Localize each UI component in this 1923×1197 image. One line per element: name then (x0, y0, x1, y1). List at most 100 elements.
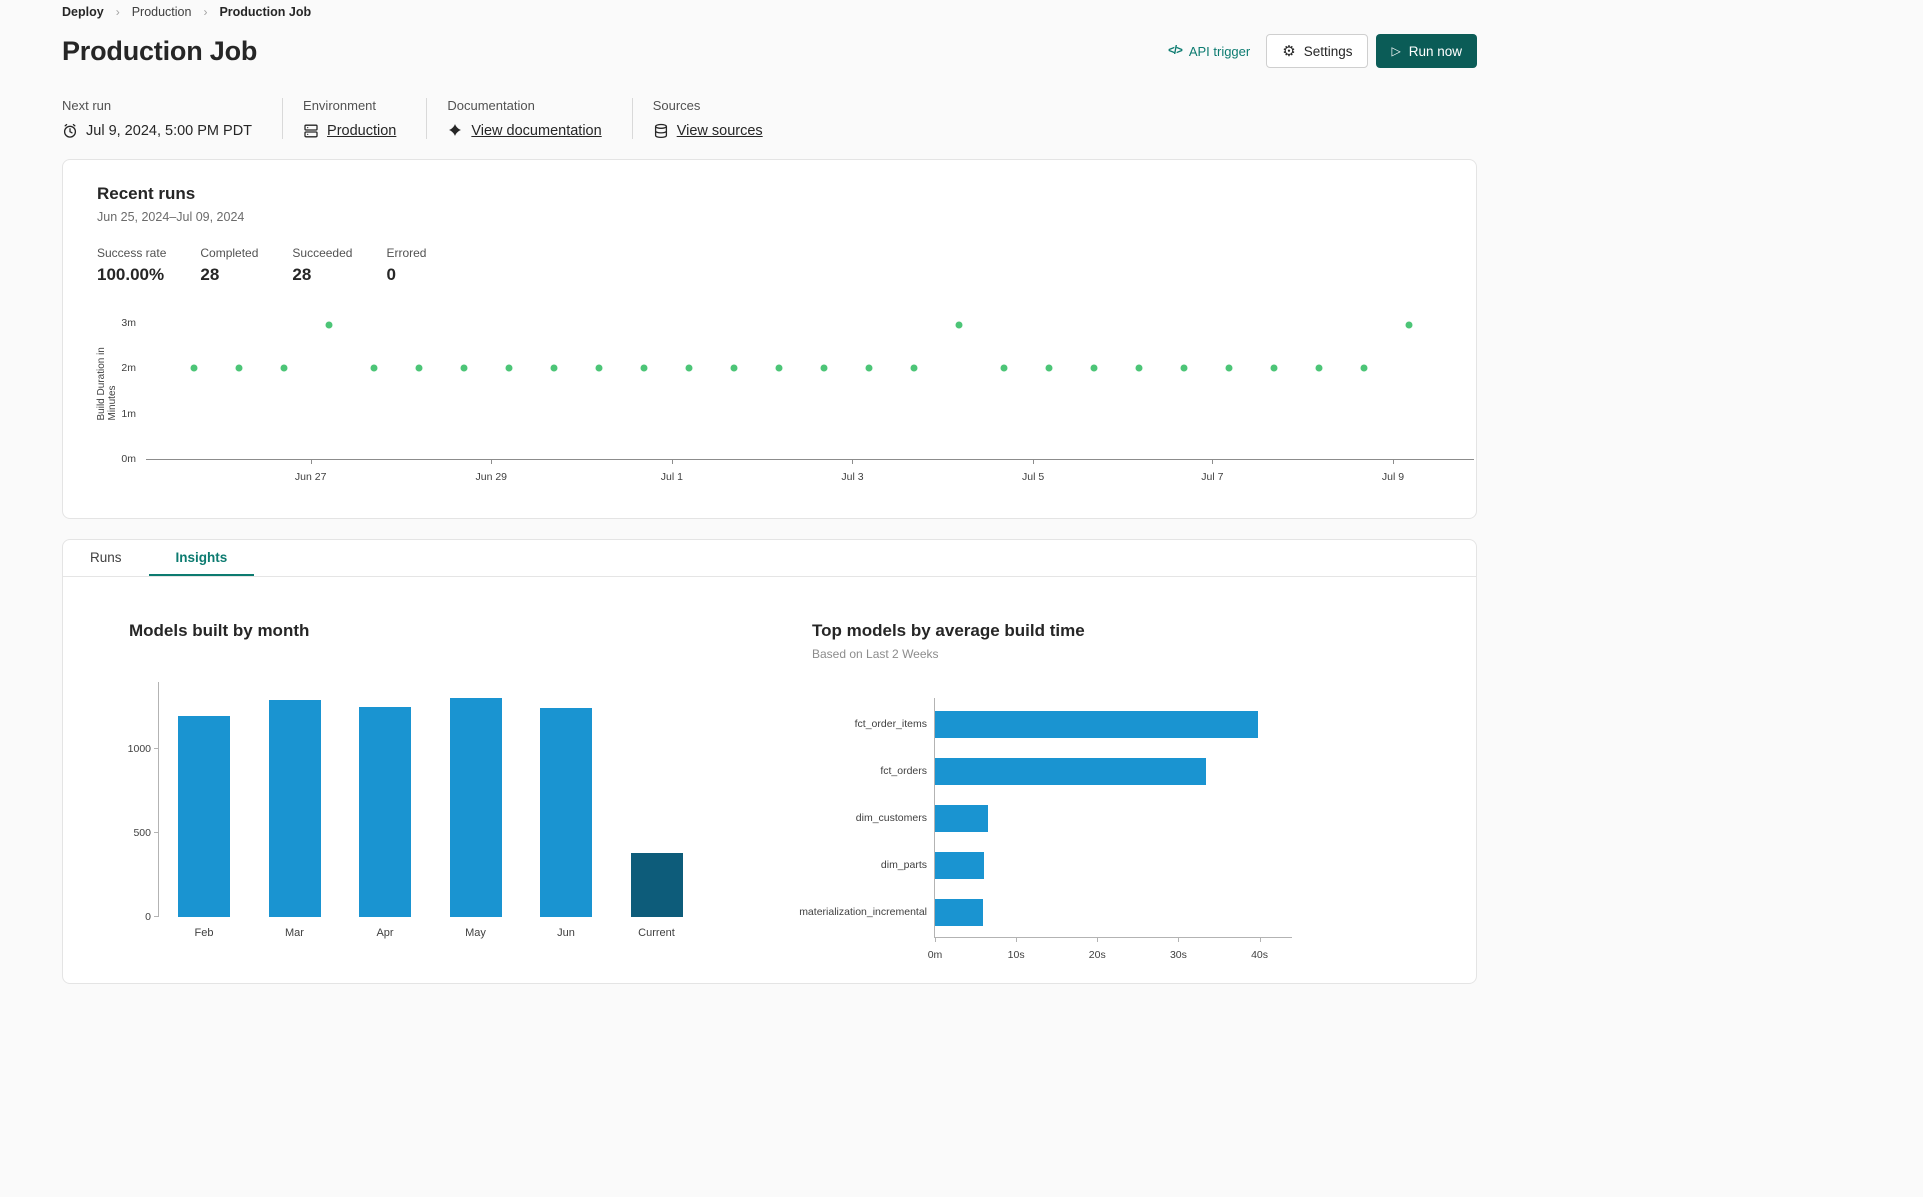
run-dot[interactable] (865, 364, 873, 372)
run-dot[interactable] (1315, 364, 1323, 372)
run-dot[interactable] (910, 364, 918, 372)
run-dot[interactable] (1360, 364, 1368, 372)
y-tick-label: 1000 (127, 743, 151, 756)
x-tick-label: Jun 27 (294, 471, 327, 483)
x-tick-label: 10s (1007, 949, 1025, 961)
breadcrumb-deploy[interactable]: Deploy (62, 5, 104, 19)
x-tick-mark (852, 459, 854, 464)
month-bar (540, 708, 592, 917)
stat-label: Success rate (97, 246, 167, 260)
environment-column: Environment Production (282, 98, 426, 139)
x-tick-label: Jul 5 (1022, 471, 1045, 483)
recent-runs-title: Recent runs (97, 184, 196, 203)
sources-label: Sources (652, 98, 701, 113)
breadcrumb-production[interactable]: Production (132, 5, 192, 19)
model-bar (935, 898, 983, 926)
x-category-label: Mar (285, 927, 304, 939)
api-trigger-label: API trigger (1188, 43, 1251, 59)
x-tick-label: 20s (1088, 949, 1106, 961)
model-bar (935, 804, 988, 832)
model-name-label: materialization_incremental (799, 906, 927, 918)
api-trigger-link[interactable]: </> API trigger (1168, 44, 1250, 59)
page-header: Production Job </> API trigger ⚙ Setting… (62, 31, 1477, 71)
x-tick-label: Jul 1 (660, 471, 683, 483)
stat-success-rate: Success rate 100.00% (97, 246, 166, 285)
run-dot[interactable] (955, 321, 963, 329)
breadcrumb-production-job: Production Job (219, 5, 312, 19)
x-category-label: Current (638, 927, 675, 939)
x-tick-label: Jul 7 (1201, 471, 1224, 483)
run-dot[interactable] (640, 364, 648, 372)
run-dot[interactable] (685, 364, 693, 372)
x-tick-mark (310, 459, 312, 464)
run-dot[interactable] (1045, 364, 1053, 372)
run-dot[interactable] (775, 364, 783, 372)
x-tick-label: Jun 29 (475, 471, 508, 483)
breadcrumb-separator: › (203, 5, 208, 19)
run-dot[interactable] (595, 364, 603, 372)
run-dot[interactable] (550, 364, 558, 372)
build-duration-plot: Build Duration in Minutes 0m 1m 2m 3m Jun 27… (96, 305, 1474, 483)
models-built-plot: 0 500 1000 Feb Mar Apr May Jun Current (128, 682, 701, 939)
run-dot[interactable] (1405, 321, 1413, 329)
run-dot[interactable] (190, 364, 198, 372)
x-tick-mark (935, 937, 936, 942)
run-dot[interactable] (235, 364, 243, 372)
run-dot[interactable] (325, 321, 333, 329)
run-dot[interactable] (505, 364, 513, 372)
stat-label: Succeeded (292, 246, 353, 260)
x-tick-mark (671, 459, 673, 464)
run-now-button[interactable]: ▷ Run now (1376, 34, 1477, 68)
x-tick-mark (1392, 459, 1394, 464)
models-built-chart-title: Models built by month (129, 621, 310, 640)
documentation-label: Documentation (447, 98, 535, 113)
stat-errored: Errored 0 (386, 246, 426, 285)
run-dot[interactable] (1000, 364, 1008, 372)
x-tick-mark (1259, 937, 1261, 942)
x-category-label: Apr (376, 927, 394, 939)
run-dot[interactable] (730, 364, 738, 372)
next-run-label: Next run (62, 98, 112, 113)
run-dot[interactable] (415, 364, 423, 372)
recent-runs-date-range: Jun 25, 2024–Jul 09, 2024 (97, 210, 245, 224)
recent-runs-card: Recent runs Jun 25, 2024–Jul 09, 2024 Su… (62, 159, 1477, 519)
header-actions: </> API trigger ⚙ Settings ▷ Run now (1168, 34, 1477, 68)
model-name-label: fct_order_items (854, 718, 927, 730)
environment-link[interactable]: Production (327, 123, 396, 139)
build-duration-chart: Build Duration in Minutes 0m 1m 2m 3m Jun 27… (96, 305, 1474, 483)
settings-button[interactable]: ⚙ Settings (1266, 34, 1369, 68)
top-models-chart-title: Top models by average build time (812, 621, 1085, 640)
x-tick-mark (1016, 937, 1018, 942)
x-tick-mark (1178, 937, 1180, 942)
x-tick-mark (491, 459, 493, 464)
y-tick-mark (154, 916, 159, 917)
run-dot[interactable] (1090, 364, 1098, 372)
run-dot[interactable] (460, 364, 468, 372)
stat-value: 28 (200, 265, 220, 284)
y-tick-mark (154, 832, 159, 834)
breadcrumb-separator: › (115, 5, 120, 19)
run-dot[interactable] (1225, 364, 1233, 372)
environment-label: Environment (303, 98, 377, 113)
dbt-docs-icon (447, 123, 463, 139)
stat-succeeded: Succeeded 28 (292, 246, 352, 285)
view-documentation-link[interactable]: View documentation (471, 123, 601, 139)
code-icon: </> (1168, 45, 1183, 57)
run-dot[interactable] (1135, 364, 1143, 372)
x-tick-label: 30s (1169, 949, 1187, 961)
run-dot[interactable] (280, 364, 288, 372)
tab-runs[interactable]: Runs (63, 540, 149, 576)
y-tick-label: 3m (121, 317, 136, 330)
tab-insights[interactable]: Insights (148, 540, 255, 576)
view-sources-link[interactable]: View sources (677, 123, 763, 139)
run-dot[interactable] (370, 364, 378, 372)
run-dot[interactable] (820, 364, 828, 372)
model-name-label: fct_orders (880, 765, 927, 777)
environment-icon (303, 123, 319, 139)
x-tick-mark (1212, 459, 1214, 464)
month-bar (178, 715, 230, 917)
run-dot[interactable] (1270, 364, 1278, 372)
database-icon (653, 123, 669, 139)
x-tick-mark (1033, 459, 1035, 464)
run-dot[interactable] (1180, 364, 1188, 372)
